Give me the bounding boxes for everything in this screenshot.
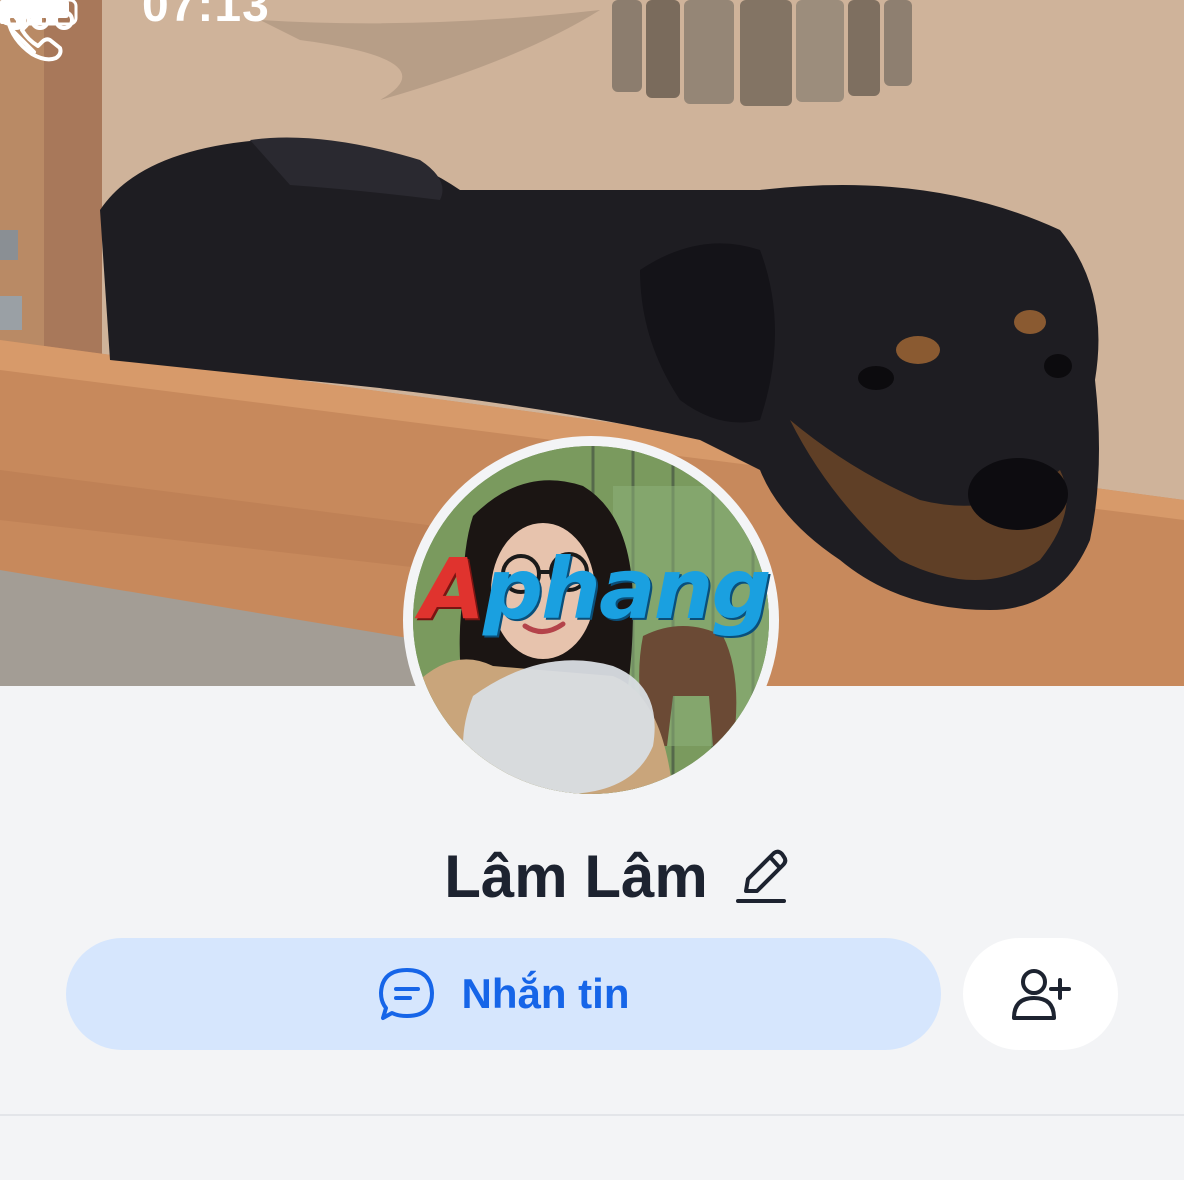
user-plus-icon	[1011, 969, 1071, 1020]
profile-avatar[interactable]	[403, 436, 779, 804]
message-button-label: Nhắn tin	[461, 970, 630, 1017]
avatar-photo	[413, 446, 769, 794]
add-friend-button[interactable]	[963, 938, 1118, 1050]
profile-name-row: Lâm Lâm	[0, 842, 1184, 911]
profile-name: Lâm Lâm	[444, 843, 708, 910]
more-options-button[interactable]	[0, 0, 80, 40]
edit-name-button[interactable]	[735, 847, 788, 907]
message-button[interactable]: Nhắn tin	[66, 938, 941, 1050]
avatar-illustration	[413, 446, 769, 794]
chat-bubble-icon	[378, 968, 434, 1020]
pencil-icon	[735, 849, 787, 903]
profile-actions: Nhắn tin	[66, 938, 1118, 1050]
content-area	[0, 1116, 1184, 1180]
status-time: 07:13	[142, 0, 270, 32]
